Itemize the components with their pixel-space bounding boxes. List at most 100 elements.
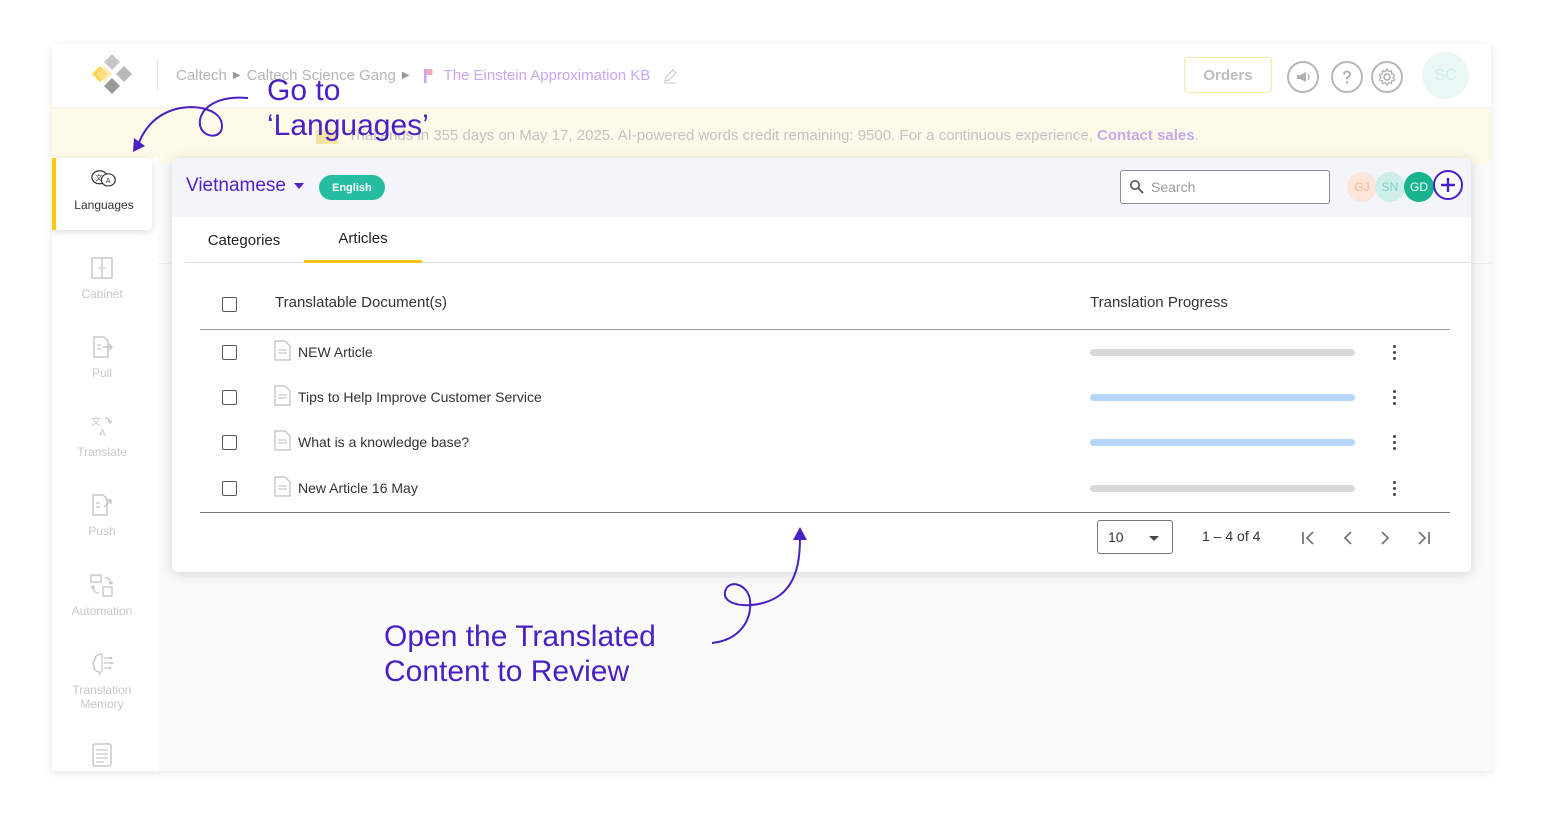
breadcrumb: Caltech ▶ Caltech Science Gang ▶ The Ein… (176, 67, 678, 84)
table-row[interactable]: New Article 16 May (200, 466, 1450, 511)
document-title[interactable]: New Article 16 May (298, 480, 418, 496)
more-options-icon[interactable] (1388, 476, 1400, 500)
more-options-icon[interactable] (1388, 340, 1400, 364)
sidebar-item-label: Translation Memory (72, 683, 132, 711)
document-icon (274, 430, 291, 451)
row-checkbox[interactable] (222, 345, 237, 360)
select-all-checkbox[interactable] (222, 297, 237, 312)
sidebar-item-glossary[interactable] (52, 734, 152, 771)
sidebar-item-label: Cabinet (81, 287, 123, 301)
row-checkbox[interactable] (222, 390, 237, 405)
collaborator-avatar[interactable]: GD (1404, 172, 1434, 202)
translation-memory-icon (89, 651, 115, 677)
translation-progress-bar (1090, 394, 1355, 401)
search-icon (1130, 180, 1144, 194)
add-collaborator-button[interactable] (1433, 170, 1463, 200)
tab-bar: Categories Articles (185, 217, 1471, 263)
table-footer-divider (200, 512, 1450, 513)
sidebar-item-translate[interactable]: 文A Translate (52, 405, 152, 477)
tab-categories[interactable]: Categories (185, 217, 303, 263)
contact-sales-link[interactable]: Contact sales (1097, 127, 1195, 144)
languages-icon: 文A (91, 166, 117, 192)
glossary-icon (89, 742, 115, 768)
tab-articles[interactable]: Articles (304, 217, 422, 263)
more-options-icon[interactable] (1388, 385, 1400, 409)
sidebar-item-label: Pull (91, 366, 112, 380)
dropdown-caret-icon (1149, 536, 1159, 541)
chevron-right-icon (1381, 531, 1390, 545)
search-placeholder: Search (1151, 179, 1196, 195)
row-checkbox[interactable] (222, 435, 237, 450)
page-range: 1 – 4 of 4 (1202, 528, 1261, 544)
sidebar-item-pull[interactable]: Pull (52, 326, 152, 398)
collaborator-avatar[interactable]: SN (1375, 172, 1405, 202)
svg-text:文: 文 (95, 173, 102, 182)
more-options-icon[interactable] (1388, 430, 1400, 454)
table-row[interactable]: What is a knowledge base? (200, 420, 1450, 465)
sidebar-item-cabinet[interactable]: Cabinet (52, 247, 152, 319)
progress-fill (1090, 394, 1355, 401)
table-row[interactable]: Tips to Help Improve Customer Service (200, 375, 1450, 420)
cabinet-icon (89, 255, 115, 281)
collaborator-initials: GD (1410, 180, 1428, 194)
row-checkbox[interactable] (222, 481, 237, 496)
column-header-document[interactable]: Translatable Document(s) (275, 294, 447, 311)
articles-panel: Vietnamese English Search GJ SN GD Categ… (172, 158, 1471, 572)
last-page-icon (1418, 531, 1430, 545)
megaphone-icon[interactable] (1287, 61, 1319, 93)
breadcrumb-caret-icon: ▶ (232, 70, 241, 81)
sidebar-item-push[interactable]: Push (52, 484, 152, 556)
panel-header: Vietnamese English Search GJ SN GD (172, 158, 1471, 217)
first-page-icon (1302, 531, 1314, 545)
document-title[interactable]: Tips to Help Improve Customer Service (298, 389, 542, 405)
svg-text:A: A (106, 177, 111, 185)
document-title[interactable]: NEW Article (298, 344, 373, 360)
pull-icon (89, 334, 115, 360)
automation-icon (89, 572, 115, 598)
search-input[interactable]: Search (1120, 170, 1330, 204)
page-size-value: 10 (1108, 529, 1124, 545)
edit-pencil-icon[interactable] (662, 68, 678, 84)
annotation-go-to-line1: Go to (267, 74, 341, 107)
collaborator-initials: SN (1381, 180, 1399, 194)
language-selector[interactable]: Vietnamese (186, 175, 304, 197)
translation-progress-bar (1090, 349, 1355, 356)
sidebar-item-automation[interactable]: Automation (52, 564, 152, 636)
source-language-badge: English (319, 175, 385, 200)
annotation-open-line1: Open the Translated (384, 620, 656, 653)
document-title[interactable]: What is a knowledge base? (298, 434, 469, 450)
sidebar: 文A Languages Cabinet Pull 文A Translate P… (52, 158, 158, 771)
trial-banner-message: Trial ends in 355 days on May 17, 2025. … (348, 127, 1093, 144)
orders-button[interactable]: Orders (1184, 57, 1272, 93)
annotation-open-line2: Content to Review (384, 655, 630, 688)
svg-text:文: 文 (91, 415, 101, 428)
trial-banner-suffix: . (1194, 127, 1199, 144)
first-page-button[interactable] (1297, 526, 1321, 550)
app-logo[interactable] (88, 52, 136, 100)
sidebar-item-translation-memory[interactable]: Translation Memory (52, 643, 152, 727)
svg-text:A: A (99, 428, 106, 438)
table-header: Translatable Document(s) Translation Pro… (200, 280, 1450, 330)
kb-flag-icon (423, 68, 433, 83)
column-header-progress[interactable]: Translation Progress (1090, 294, 1228, 311)
progress-fill (1090, 439, 1355, 446)
breadcrumb-caret-icon: ▶ (401, 70, 410, 81)
last-page-button[interactable] (1411, 526, 1435, 550)
previous-page-button[interactable] (1336, 526, 1360, 550)
plus-icon (1441, 178, 1455, 192)
knowledge-base-name[interactable]: The Einstein Approximation KB (444, 67, 651, 84)
settings-icon[interactable] (1371, 61, 1403, 93)
push-icon (89, 492, 115, 518)
user-avatar[interactable]: SC (1422, 52, 1469, 99)
page-size-select[interactable]: 10 (1097, 520, 1173, 554)
breadcrumb-org[interactable]: Caltech (176, 67, 227, 84)
sidebar-item-label: Automation (71, 604, 133, 618)
dropdown-caret-icon (294, 183, 304, 189)
help-icon[interactable] (1331, 61, 1363, 93)
document-icon (274, 385, 291, 406)
divider (157, 60, 158, 90)
sidebar-item-languages[interactable]: 文A Languages (52, 158, 152, 230)
collaborator-avatar[interactable]: GJ (1347, 172, 1377, 202)
next-page-button[interactable] (1373, 526, 1397, 550)
table-row[interactable]: NEW Article (200, 330, 1450, 375)
